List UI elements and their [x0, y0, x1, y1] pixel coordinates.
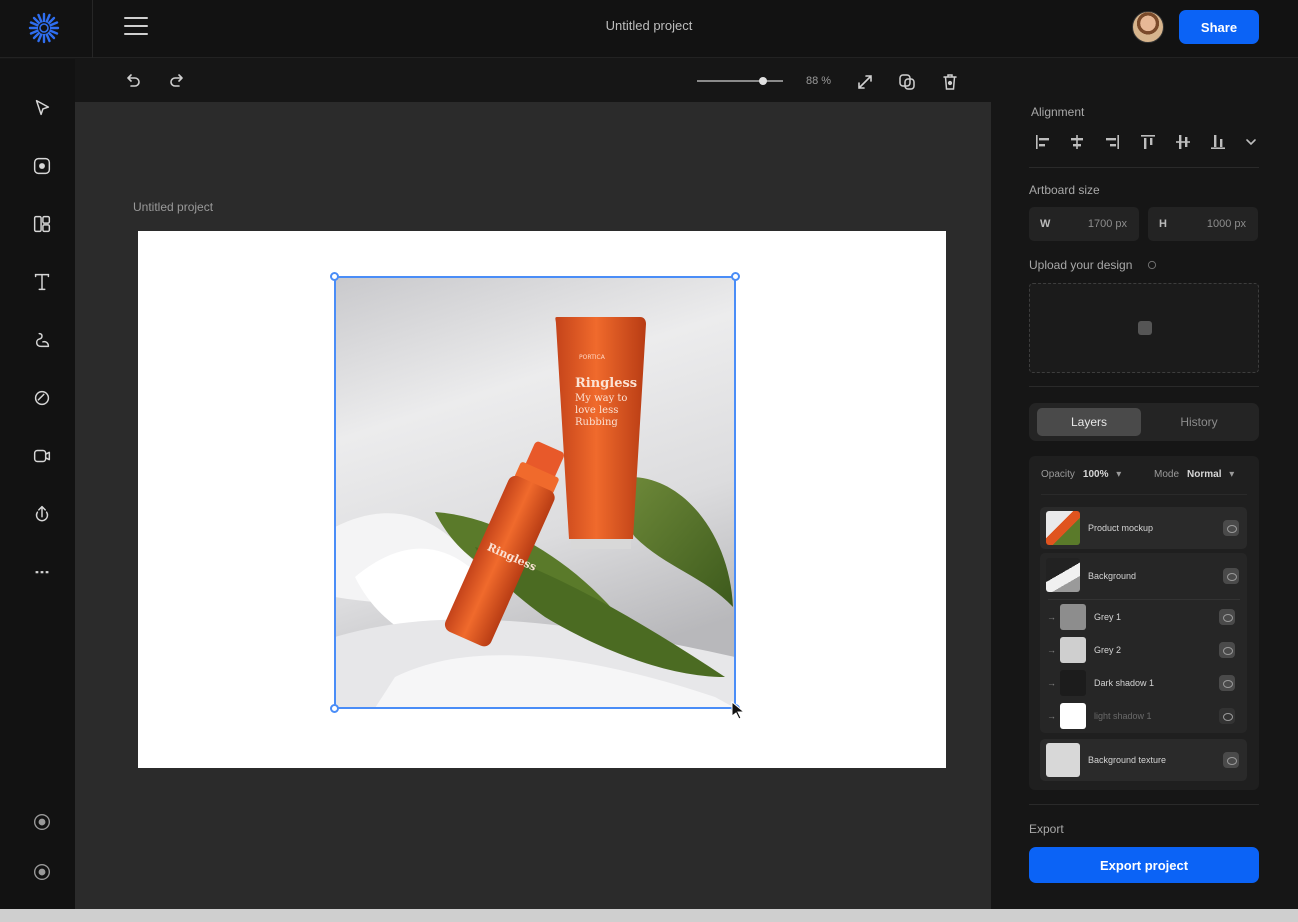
hidden-eye-icon[interactable]	[1219, 708, 1235, 724]
blend-mode-value: Normal	[1187, 469, 1222, 480]
user-avatar[interactable]	[1132, 11, 1164, 43]
zoom-slider-handle[interactable]	[759, 77, 768, 85]
layout-icon[interactable]	[26, 208, 58, 240]
opacity-label: Opacity	[1041, 469, 1075, 480]
width-key: W	[1040, 218, 1051, 230]
info-icon[interactable]	[1147, 260, 1157, 270]
align-right-icon[interactable]	[1102, 132, 1122, 152]
alignment-label: Alignment	[1031, 105, 1085, 119]
height-field[interactable]: H 1000 px	[1148, 207, 1258, 241]
layer-thumbnail	[1046, 511, 1080, 545]
artboard-size-label: Artboard size	[1029, 183, 1100, 197]
layer-row[interactable]: Background texture	[1040, 739, 1247, 781]
visibility-eye-icon[interactable]	[1219, 609, 1235, 625]
divider	[1029, 804, 1259, 805]
nested-indicator: →	[1047, 678, 1056, 688]
width-field[interactable]: W 1700 px	[1029, 207, 1139, 241]
resize-handle-top-left[interactable]	[330, 272, 339, 281]
upload-image-icon	[1138, 321, 1152, 335]
artboard-label: Untitled project	[133, 200, 214, 214]
bottom-edge	[0, 909, 1298, 922]
text-icon[interactable]	[26, 266, 58, 298]
export-project-button[interactable]: Export project	[1029, 847, 1259, 883]
opacity-dropdown[interactable]: Opacity 100% ▾	[1041, 469, 1121, 480]
layer-name[interactable]: Grey 2	[1094, 645, 1121, 655]
upload-label: Upload your design	[1029, 258, 1133, 272]
blend-mode-dropdown[interactable]: Mode Normal ▾	[1154, 469, 1234, 480]
blend-mode-label: Mode	[1154, 469, 1180, 480]
tab-layers[interactable]: Layers	[1037, 408, 1141, 436]
layer-thumbnail	[1060, 670, 1086, 696]
align-top-icon[interactable]	[1138, 132, 1158, 152]
upload-dropzone[interactable]	[1029, 283, 1259, 373]
pen-icon[interactable]	[26, 324, 58, 356]
visibility-eye-icon[interactable]	[1219, 675, 1235, 691]
nested-indicator: →	[1047, 645, 1056, 655]
layer-name[interactable]: Dark shadow 1	[1094, 678, 1154, 688]
divider	[1048, 599, 1240, 600]
align-left-icon[interactable]	[1033, 132, 1053, 152]
align-center-horizontal-icon[interactable]	[1067, 132, 1087, 152]
resize-handle-top-right[interactable]	[731, 272, 740, 281]
share-button[interactable]: Share	[1179, 10, 1259, 44]
pointer-icon[interactable]	[26, 92, 58, 124]
divider	[1041, 494, 1247, 495]
visibility-eye-icon[interactable]	[1223, 568, 1239, 584]
divider	[1029, 386, 1259, 387]
layer-name[interactable]: Grey 1	[1094, 612, 1121, 622]
visibility-eye-icon[interactable]	[1219, 642, 1235, 658]
align-bottom-icon[interactable]	[1208, 132, 1228, 152]
tool-rail	[0, 59, 75, 909]
visibility-eye-icon[interactable]	[1223, 520, 1239, 536]
layer-name: Product mockup	[1088, 523, 1154, 533]
circle-icon[interactable]	[26, 382, 58, 414]
zoom-slider-track[interactable]	[697, 80, 783, 82]
video-icon[interactable]	[26, 440, 58, 472]
duplicate-icon[interactable]	[892, 66, 922, 98]
selection-box[interactable]	[334, 276, 736, 709]
layer-thumbnail	[1046, 743, 1080, 777]
upload-icon[interactable]	[26, 498, 58, 530]
width-value: 1700 px	[1087, 218, 1127, 230]
nested-indicator: →	[1047, 612, 1056, 622]
layer-name[interactable]: light shadow 1	[1094, 711, 1152, 721]
frame-icon[interactable]	[26, 150, 58, 182]
layer-name: Background texture	[1088, 755, 1167, 765]
layer-thumbnail	[1060, 637, 1086, 663]
help-icon[interactable]	[26, 806, 58, 838]
height-key: H	[1159, 218, 1167, 230]
layer-thumbnail	[1046, 558, 1080, 592]
layer-name: Background	[1088, 571, 1137, 581]
delete-icon[interactable]	[935, 66, 965, 98]
layer-thumbnail	[1060, 604, 1086, 630]
settings-icon[interactable]	[26, 856, 58, 888]
fit-screen-icon[interactable]	[850, 66, 880, 98]
resize-handle-bottom-left[interactable]	[330, 704, 339, 713]
opacity-value: 100%	[1082, 469, 1109, 480]
project-title[interactable]: Untitled project	[0, 18, 1298, 33]
layer-row[interactable]: Product mockup	[1040, 507, 1247, 549]
undo-icon[interactable]	[118, 66, 148, 98]
height-value: 1000 px	[1206, 218, 1246, 230]
visibility-eye-icon[interactable]	[1223, 752, 1239, 768]
tab-history[interactable]: History	[1147, 408, 1251, 436]
cursor-icon	[731, 700, 746, 720]
divider	[1029, 167, 1259, 168]
top-bar: Untitled project Share	[0, 0, 1298, 58]
panel-tabs: Layers History	[1029, 403, 1259, 441]
align-center-vertical-icon[interactable]	[1173, 132, 1193, 152]
zoom-level: 88 %	[806, 75, 832, 87]
more-icon[interactable]	[26, 556, 58, 588]
chevron-down-icon[interactable]	[1241, 132, 1261, 152]
nested-indicator: →	[1047, 711, 1056, 721]
export-label: Export	[1029, 822, 1064, 836]
redo-icon[interactable]	[162, 66, 192, 98]
layer-thumbnail	[1060, 703, 1086, 729]
